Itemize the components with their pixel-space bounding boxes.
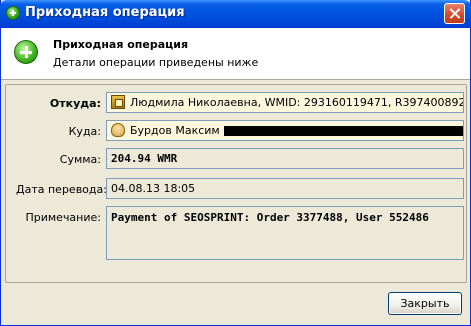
amount-label: Сумма: [59,153,101,166]
plus-circle-icon [6,6,20,20]
certificate-icon [111,95,125,109]
person-icon [111,123,125,137]
dialog-header: Приходная операция Детали операции приве… [1,28,470,80]
close-window-button[interactable] [444,3,465,24]
dialog-window: Приходная операция Приходная операция Де… [0,0,471,326]
header-title: Приходная операция [53,38,189,51]
date-field[interactable]: 04.08.13 18:05 [106,178,464,199]
to-field[interactable]: Бурдов Максим [106,120,464,141]
note-label: Примечание: [25,211,101,224]
note-field[interactable]: Payment of SEOSPRINT: Order 3377488, Use… [106,206,464,260]
from-field[interactable]: Людмила Николаевна, WMID: 293160119471, … [106,92,464,113]
close-button[interactable]: Закрыть [388,292,462,315]
to-value: Бурдов Максим [130,124,220,137]
title-bar[interactable]: Приходная операция [0,0,471,28]
redacted-block [223,126,463,136]
header-subtitle: Детали операции приведены ниже [53,56,259,69]
date-label: Дата перевода: [16,183,107,196]
from-label: Откуда: [49,97,101,110]
from-value: Людмила Николаевна, WMID: 293160119471, … [130,96,464,109]
plus-circle-icon [14,40,38,64]
window-title: Приходная операция [25,5,185,20]
amount-field[interactable]: 204.94 WMR [106,148,464,169]
details-panel: Откуда: Людмила Николаевна, WMID: 293160… [5,84,467,283]
to-label: Куда: [68,125,101,138]
